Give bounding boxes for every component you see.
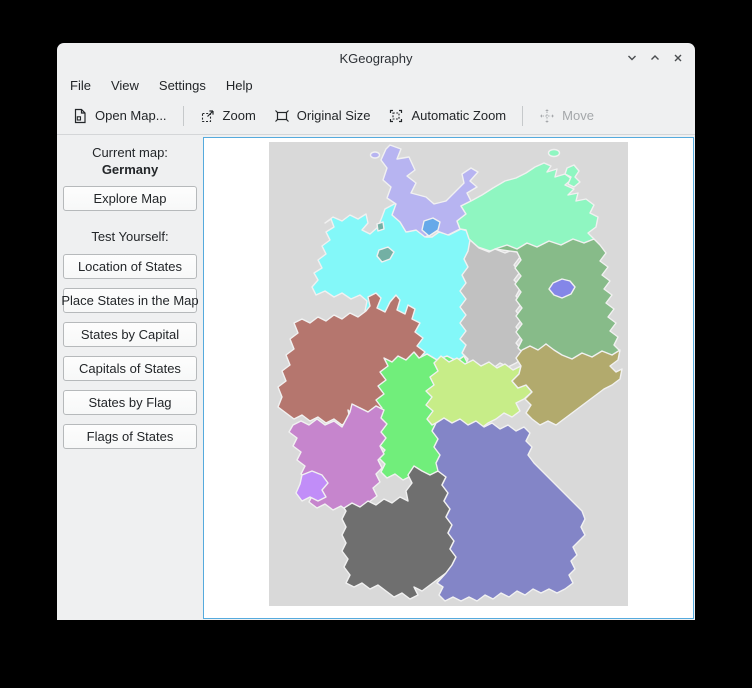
chevron-down-icon (626, 52, 638, 64)
automatic-zoom-icon (388, 108, 404, 124)
toolbar-separator (183, 106, 184, 126)
menu-settings[interactable]: Settings (149, 75, 216, 96)
open-map-label: Open Map... (95, 108, 167, 123)
move-label: Move (562, 108, 594, 123)
state-bremerhaven[interactable] (377, 222, 384, 231)
open-map-icon (72, 108, 88, 124)
state-sh-island[interactable] (371, 152, 380, 158)
zoom-icon (200, 108, 216, 124)
kgeography-window: KGeography File View Settings Help (57, 43, 695, 620)
current-map-label: Current map: (92, 145, 168, 161)
original-size-label: Original Size (297, 108, 371, 123)
window-title: KGeography (57, 51, 695, 66)
open-map-button[interactable]: Open Map... (63, 102, 176, 130)
close-button[interactable] (671, 51, 685, 65)
menu-view[interactable]: View (101, 75, 149, 96)
zoom-button[interactable]: Zoom (191, 102, 265, 130)
place-states-button[interactable]: Place States in the Map (63, 288, 197, 313)
state-mv-island-1[interactable] (549, 150, 560, 157)
states-by-capital-button[interactable]: States by Capital (63, 322, 197, 347)
menubar: File View Settings Help (57, 73, 695, 97)
original-size-icon (274, 108, 290, 124)
chevron-up-icon (649, 52, 661, 64)
quiz-button-list: Location of States Place States in the M… (63, 245, 197, 449)
toolbar-separator (522, 106, 523, 126)
current-map-value: Germany (102, 161, 158, 178)
menu-file[interactable]: File (60, 75, 101, 96)
maximize-button[interactable] (648, 51, 662, 65)
germany-map (269, 142, 628, 606)
titlebar[interactable]: KGeography (57, 43, 695, 73)
close-icon (672, 52, 684, 64)
sidebar: Current map: Germany Explore Map Test Yo… (57, 135, 203, 620)
flags-of-states-button[interactable]: Flags of States (63, 424, 197, 449)
capitals-of-states-button[interactable]: Capitals of States (63, 356, 197, 381)
map-viewport[interactable] (203, 137, 694, 619)
explore-map-button[interactable]: Explore Map (63, 186, 197, 211)
minimize-button[interactable] (625, 51, 639, 65)
automatic-zoom-button[interactable]: Automatic Zoom (379, 102, 515, 130)
move-icon (539, 108, 555, 124)
automatic-zoom-label: Automatic Zoom (411, 108, 506, 123)
zoom-label: Zoom (223, 108, 256, 123)
states-by-flag-button[interactable]: States by Flag (63, 390, 197, 415)
move-button: Move (530, 102, 603, 130)
menu-help[interactable]: Help (216, 75, 263, 96)
test-yourself-label: Test Yourself: (91, 229, 168, 245)
toolbar: Open Map... Zoom Original Size Automatic… (57, 97, 695, 135)
original-size-button[interactable]: Original Size (265, 102, 380, 130)
location-of-states-button[interactable]: Location of States (63, 254, 197, 279)
